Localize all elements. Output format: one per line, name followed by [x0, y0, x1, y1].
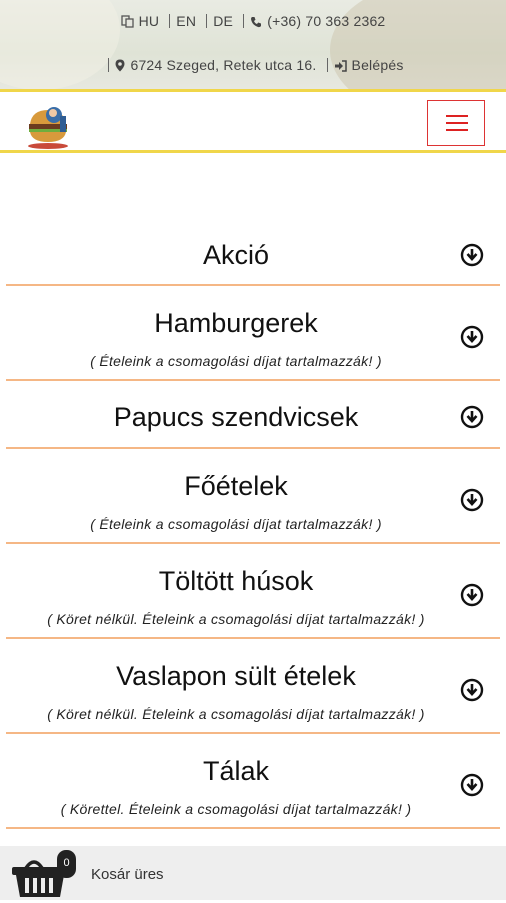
top-row-languages-phone: HU EN DE (+36) 70 363 2362	[0, 13, 506, 31]
category-title: Töltött húsok	[158, 566, 314, 596]
burger-logo[interactable]	[24, 102, 72, 150]
site-header	[0, 89, 506, 153]
language-en-link[interactable]: EN	[176, 13, 196, 29]
login-link[interactable]: Belépés	[352, 57, 404, 73]
top-info-bar: HU EN DE (+36) 70 363 2362 6724 Szeged, …	[0, 0, 506, 89]
category-talak[interactable]: Tálak ( Körettel. Ételeink a csomagolási…	[6, 734, 500, 829]
category-note: ( Köret nélkül. Ételeink a csomagolási d…	[47, 706, 425, 722]
menu-line	[446, 122, 468, 124]
login-icon	[334, 59, 347, 75]
hamburger-menu-button[interactable]	[427, 100, 485, 146]
circle-arrow-down-icon[interactable]	[460, 773, 484, 797]
cart-status-text: Kosár üres	[91, 866, 164, 883]
circle-arrow-down-icon[interactable]	[460, 488, 484, 512]
separator	[169, 14, 171, 28]
category-toltott-husok[interactable]: Töltött húsok ( Köret nélkül. Ételeink a…	[6, 544, 500, 639]
circle-arrow-down-icon[interactable]	[460, 325, 484, 349]
category-vaslapon-sult-etelek[interactable]: Vaslapon sült ételek ( Köret nélkül. Éte…	[6, 639, 500, 734]
category-akcio[interactable]: Akció	[6, 222, 500, 286]
cart-count-badge: 0	[57, 850, 76, 878]
language-hu-link[interactable]: HU	[139, 13, 160, 29]
category-note: ( Ételeink a csomagolási díjat tartalmaz…	[90, 353, 382, 369]
category-note: ( Körettel. Ételeink a csomagolási díjat…	[60, 801, 412, 817]
category-title: Tálak	[202, 756, 270, 786]
circle-arrow-down-icon[interactable]	[460, 243, 484, 267]
phone-icon	[250, 15, 262, 31]
category-title: Akció	[202, 240, 270, 270]
separator	[326, 58, 328, 72]
separator	[243, 14, 245, 28]
address-text: 6724 Szeged, Retek utca 16.	[130, 57, 317, 73]
separator	[206, 14, 208, 28]
category-note: ( Köret nélkül. Ételeink a csomagolási d…	[47, 611, 425, 627]
category-title: Főételek	[184, 471, 288, 501]
category-title: Hamburgerek	[154, 308, 318, 338]
category-note: ( Ételeink a csomagolási díjat tartalmaz…	[90, 516, 382, 532]
circle-arrow-down-icon[interactable]	[460, 405, 484, 429]
language-icon	[120, 15, 134, 31]
circle-arrow-down-icon[interactable]	[460, 678, 484, 702]
separator	[108, 58, 110, 72]
cart-bar[interactable]: 0 Kosár üres	[0, 846, 506, 900]
category-foetelek[interactable]: Főételek ( Ételeink a csomagolási díjat …	[6, 449, 500, 544]
category-title: Vaslapon sült ételek	[116, 661, 356, 691]
menu-line	[446, 129, 468, 131]
top-row-address-login: 6724 Szeged, Retek utca 16. Belépés	[0, 57, 506, 75]
category-papucs-szendvicsek[interactable]: Papucs szendvicsek	[6, 381, 500, 449]
category-hamburgerek[interactable]: Hamburgerek ( Ételeink a csomagolási díj…	[6, 286, 500, 381]
phone-number-link[interactable]: (+36) 70 363 2362	[267, 13, 385, 29]
category-title: Papucs szendvicsek	[113, 402, 359, 432]
circle-arrow-down-icon[interactable]	[460, 583, 484, 607]
menu-line	[446, 115, 468, 117]
map-marker-icon	[115, 59, 125, 75]
language-de-link[interactable]: DE	[213, 13, 233, 29]
